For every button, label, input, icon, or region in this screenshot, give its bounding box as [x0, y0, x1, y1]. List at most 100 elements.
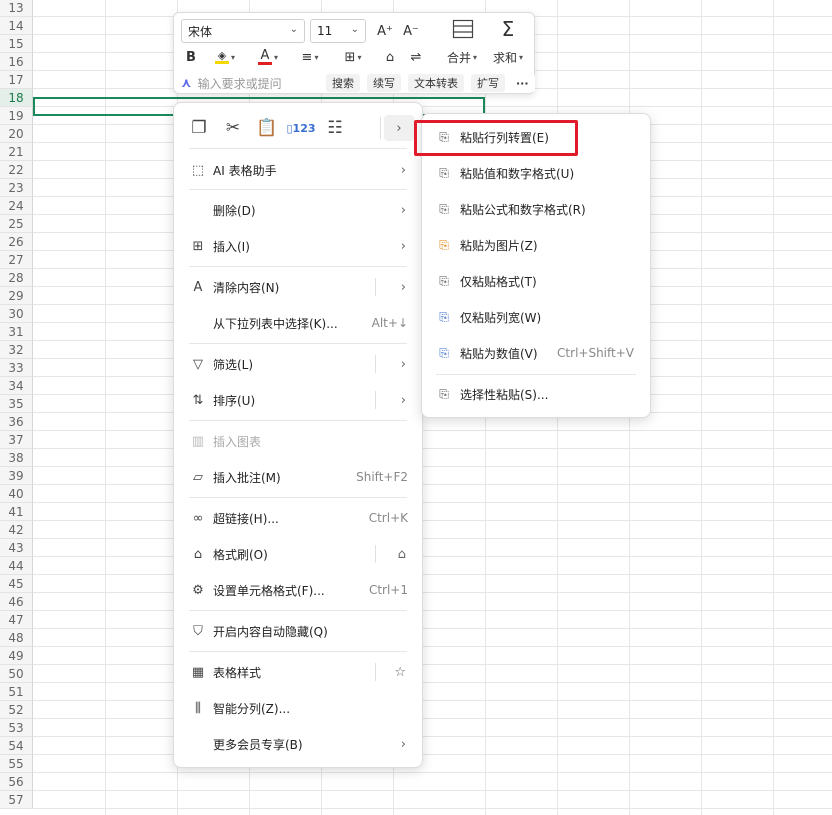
row-header[interactable]: 23 — [0, 179, 33, 197]
row-header[interactable]: 49 — [0, 647, 33, 665]
row-header[interactable]: 29 — [0, 287, 33, 305]
paste-column-width-icon: ⎘ — [439, 309, 449, 324]
row-header[interactable]: 53 — [0, 719, 33, 737]
menu-item-auto-hide[interactable]: ⛉ 开启内容自动隐藏(Q) — [178, 616, 418, 646]
row-header[interactable]: 16 — [0, 53, 33, 71]
row-header[interactable]: 45 — [0, 575, 33, 593]
row-header[interactable]: 48 — [0, 629, 33, 647]
paste-values-icon[interactable]: ▯123 — [284, 114, 318, 142]
divider — [436, 374, 636, 375]
row-header[interactable]: 37 — [0, 431, 33, 449]
row-header[interactable]: 14 — [0, 17, 33, 35]
submenu-item-special[interactable]: ⎘ 选择性粘贴(S)... — [426, 379, 646, 409]
copy-icon[interactable]: ❐ — [182, 114, 216, 142]
menu-item-pick-list[interactable]: 从下拉列表中选择(K)... Alt+↓ — [178, 308, 418, 338]
row-header[interactable]: 39 — [0, 467, 33, 485]
border-button[interactable]: ⊞ ▾ — [338, 47, 368, 67]
menu-item-member[interactable]: 更多会员专享(B) › — [178, 729, 418, 759]
row-header[interactable]: 31 — [0, 323, 33, 341]
merge-icon[interactable] — [450, 17, 476, 41]
menu-item-format-painter[interactable]: ⌂ 格式刷(O) ⌂ — [178, 539, 418, 569]
row-header[interactable]: 17 — [0, 71, 33, 89]
row-header[interactable]: 57 — [0, 791, 33, 809]
row-header[interactable]: 52 — [0, 701, 33, 719]
row-header[interactable]: 40 — [0, 485, 33, 503]
row-header[interactable]: 46 — [0, 593, 33, 611]
row-header[interactable]: 24 — [0, 197, 33, 215]
menu-item-filter[interactable]: ▽ 筛选(L) › — [178, 349, 418, 379]
row-header[interactable]: 50 — [0, 665, 33, 683]
format-painter-icon[interactable]: ⌂ — [380, 47, 400, 67]
row-header[interactable]: 15 — [0, 35, 33, 53]
font-size-select[interactable]: 11 ⌄ — [310, 19, 366, 43]
row-header[interactable]: 21 — [0, 143, 33, 161]
menu-item-delete[interactable]: 删除(D) › — [178, 195, 418, 225]
menu-item-ai-helper[interactable]: ⬚ AI 表格助手 › — [178, 155, 418, 185]
row-header[interactable]: 25 — [0, 215, 33, 233]
row-header[interactable]: 28 — [0, 269, 33, 287]
menu-item-smart-split[interactable]: ⫼ 智能分列(Z)... — [178, 693, 418, 723]
wrap-text-icon[interactable]: ⇌ — [406, 47, 426, 67]
chip-continue[interactable]: 续写 — [367, 74, 401, 92]
cut-icon[interactable]: ✂ — [216, 114, 250, 142]
row-header[interactable]: 27 — [0, 251, 33, 269]
row-header[interactable]: 34 — [0, 377, 33, 395]
row-header[interactable]: 41 — [0, 503, 33, 521]
star-icon[interactable]: ☆ — [394, 665, 406, 680]
row-header[interactable]: 44 — [0, 557, 33, 575]
row-header[interactable]: 51 — [0, 683, 33, 701]
bold-button[interactable]: B — [182, 47, 200, 67]
menu-item-table-style[interactable]: ▦ 表格样式 ☆ — [178, 657, 418, 687]
shrink-font-button[interactable]: A⁻ — [400, 20, 422, 42]
divider — [189, 610, 407, 611]
sum-button[interactable]: 求和 ▾ — [488, 47, 528, 67]
row-header[interactable]: 47 — [0, 611, 33, 629]
align-button[interactable]: ≡ ▾ — [296, 47, 324, 67]
row-header[interactable]: 30 — [0, 305, 33, 323]
paste-formula-icon[interactable]: ☷ — [318, 114, 352, 142]
row-header[interactable]: 19 — [0, 107, 33, 125]
row-header[interactable]: 54 — [0, 737, 33, 755]
menu-item-hyperlink[interactable]: ∞ 超链接(H)... Ctrl+K — [178, 503, 418, 533]
row-header[interactable]: 22 — [0, 161, 33, 179]
chip-text-to-table[interactable]: 文本转表 — [408, 74, 464, 92]
submenu-item-formula-numfmt[interactable]: ⎘ 粘贴公式和数字格式(R) — [426, 194, 646, 224]
row-header[interactable]: 56 — [0, 773, 33, 791]
row-header[interactable]: 33 — [0, 359, 33, 377]
menu-item-cell-format[interactable]: ⚙ 设置单元格格式(F)... Ctrl+1 — [178, 575, 418, 605]
font-name-select[interactable]: 宋体 ⌄ — [181, 19, 305, 43]
submenu-item-values-numfmt[interactable]: ⎘ 粘贴值和数字格式(U) — [426, 158, 646, 188]
row-header[interactable]: 26 — [0, 233, 33, 251]
font-size-value: 11 — [317, 24, 333, 38]
row-header[interactable]: 20 — [0, 125, 33, 143]
row-header[interactable]: 55 — [0, 755, 33, 773]
grow-font-button[interactable]: A⁺ — [374, 20, 396, 42]
submenu-item-as-number[interactable]: ⎘ 粘贴为数值(V) Ctrl+Shift+V — [426, 338, 646, 368]
row-header[interactable]: 43 — [0, 539, 33, 557]
submenu-item-format-only[interactable]: ⎘ 仅粘贴格式(T) — [426, 266, 646, 296]
sum-icon[interactable]: Σ — [496, 17, 520, 41]
row-header[interactable]: 42 — [0, 521, 33, 539]
merge-button[interactable]: 合并 ▾ — [442, 47, 482, 67]
menu-item-insert-comment[interactable]: ▱ 插入批注(M) Shift+F2 — [178, 462, 418, 492]
row-header[interactable]: 38 — [0, 449, 33, 467]
ai-input[interactable]: ⋏ 输入要求或提问 — [181, 75, 282, 92]
row-header[interactable]: 36 — [0, 413, 33, 431]
menu-item-insert[interactable]: ⊞ 插入(I) › — [178, 231, 418, 261]
row-header[interactable]: 18 — [0, 89, 33, 107]
row-header[interactable]: 13 — [0, 0, 33, 17]
more-button[interactable]: ··· — [510, 74, 535, 92]
chip-expand[interactable]: 扩写 — [471, 74, 505, 92]
paste-submenu-arrow[interactable]: › — [384, 115, 414, 141]
chip-search[interactable]: 搜索 — [326, 74, 360, 92]
menu-item-clear[interactable]: A 清除内容(N) › — [178, 272, 418, 302]
row-header[interactable]: 32 — [0, 341, 33, 359]
paste-icon[interactable]: 📋 — [250, 114, 284, 142]
font-color-button[interactable]: A ▾ — [252, 47, 284, 67]
format-painter-lock-icon[interactable]: ⌂ — [398, 547, 406, 562]
submenu-item-col-width[interactable]: ⎘ 仅粘贴列宽(W) — [426, 302, 646, 332]
menu-item-sort[interactable]: ⇅ 排序(U) › — [178, 385, 418, 415]
submenu-item-as-picture[interactable]: ⎘ 粘贴为图片(Z) — [426, 230, 646, 260]
fill-color-button[interactable]: ◈ ▾ — [208, 47, 242, 67]
row-header[interactable]: 35 — [0, 395, 33, 413]
